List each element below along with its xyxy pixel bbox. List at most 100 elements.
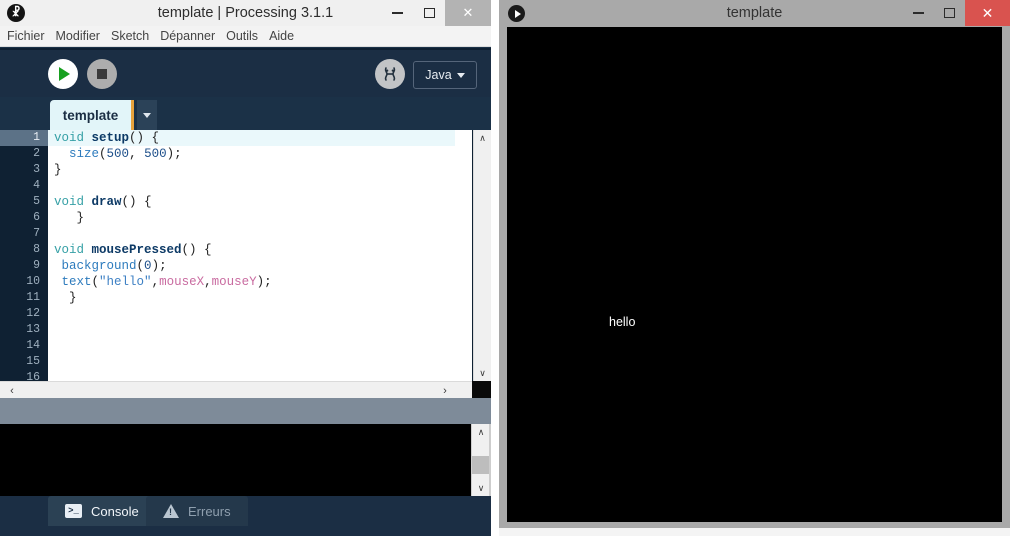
play-icon [59,67,70,81]
canvas-hello-text: hello [609,315,636,329]
minimize-icon [913,12,924,14]
tab-template[interactable]: template [50,100,134,130]
code-token: ( [99,147,107,161]
code-line[interactable]: void draw() { [48,194,455,210]
code-token: () { [181,243,212,257]
pde-bottom-edge [0,530,491,536]
code-line[interactable] [48,226,455,242]
editor-horizontal-scrollbar[interactable]: ‹ › [0,381,472,399]
code-line[interactable] [48,178,455,194]
code-line[interactable] [48,338,455,354]
close-button[interactable]: ✕ [445,0,491,26]
scroll-up-icon[interactable]: ∧ [474,130,491,146]
console-tab-bar: >_ Console Erreurs [0,496,491,530]
code-line[interactable] [48,322,455,338]
line-number: 5 [33,195,40,208]
code-token: , [204,275,212,289]
code-line[interactable]: } [48,290,455,306]
chevron-down-icon [143,112,151,118]
processing-pde-window: ☧ template | Processing 3.1.1 ✕ Fichier … [0,0,491,536]
scroll-up-icon[interactable]: ∧ [472,424,490,440]
sketch-minimize-button[interactable] [903,0,934,26]
mode-label: Java [425,68,452,82]
sketch-maximize-button[interactable] [934,0,965,26]
mode-selector[interactable]: Java [413,61,477,89]
stop-icon [97,69,107,79]
code-line[interactable] [48,306,455,322]
code-text-area[interactable]: void setup() { size(500, 500);} void draw… [48,130,455,381]
chevron-down-icon [456,72,465,78]
line-number: 2 [33,147,40,160]
scroll-right-icon[interactable]: › [436,382,454,399]
maximize-icon [423,8,435,18]
code-editor[interactable]: 1 2 3 4 5 6 7 8 9 10 11 12 13 14 15 16 void setup() { s… [0,130,491,381]
code-line[interactable]: void setup() { [48,130,455,146]
code-token: size [69,147,100,161]
menu-item-fichier[interactable]: Fichier [7,29,52,43]
line-number: 4 [33,179,40,192]
code-line[interactable]: background(0); [48,258,455,274]
minimize-icon [391,12,403,14]
code-token: } [54,211,85,225]
code-token: } [54,291,77,305]
maximize-button[interactable] [413,0,445,26]
code-token: ( [136,259,145,273]
terminal-icon: >_ [65,504,82,518]
tab-erreurs[interactable]: Erreurs [146,496,248,526]
line-number: 13 [26,323,40,336]
bug-icon [384,67,396,81]
maximize-icon [944,8,955,18]
menu-item-aide[interactable]: Aide [269,29,301,43]
code-line[interactable]: text("hello",mouseX,mouseY); [48,274,455,290]
run-button[interactable] [48,59,78,89]
console-scroll-thumb[interactable] [472,456,490,474]
code-token: mousePressed [91,243,182,257]
tab-menu-button[interactable] [137,100,157,130]
editor-console-divider[interactable] [0,398,491,424]
code-line[interactable]: void mousePressed() { [48,242,455,258]
warning-icon [163,504,179,518]
line-number: 10 [26,275,40,288]
line-number: 15 [26,355,40,368]
code-token: ); [256,275,272,289]
code-token: "hello" [99,275,152,289]
code-token: ); [151,259,167,273]
minimize-button[interactable] [381,0,413,26]
sketch-canvas[interactable]: hello [507,27,1002,522]
scroll-down-icon[interactable]: ∨ [472,480,490,496]
tab-console[interactable]: >_ Console [48,496,156,526]
menu-item-sketch[interactable]: Sketch [111,29,156,43]
sketch-close-button[interactable]: ✕ [965,0,1010,26]
pde-title-bar: ☧ template | Processing 3.1.1 ✕ [0,0,491,27]
scroll-down-icon[interactable]: ∨ [474,365,491,381]
console-vertical-scrollbar[interactable]: ∧ ∨ [471,424,490,496]
debug-button[interactable] [375,59,405,89]
code-line[interactable]: size(500, 500); [48,146,455,162]
scroll-left-icon[interactable]: ‹ [3,382,21,399]
pde-window-controls: ✕ [381,0,491,26]
menu-item-outils[interactable]: Outils [226,29,265,43]
code-line[interactable] [48,354,455,370]
line-number: 1 [0,130,48,146]
line-number: 3 [33,163,40,176]
editor-vertical-scrollbar[interactable]: ∧ ∨ [473,130,491,381]
code-line[interactable] [48,370,455,381]
stop-button[interactable] [87,59,117,89]
menu-item-modifier[interactable]: Modifier [56,29,107,43]
code-token: () { [129,131,160,145]
code-token: void [54,195,85,209]
code-token: mouseY [211,275,257,289]
code-token: 500 [144,147,167,161]
code-line[interactable]: } [48,162,455,178]
menu-item-depanner[interactable]: Dépanner [160,29,222,43]
line-number: 8 [33,243,40,256]
code-line[interactable]: } [48,210,455,226]
sketch-title-bar: template ✕ [499,0,1010,26]
code-token: text [61,275,92,289]
console-output [0,424,471,496]
